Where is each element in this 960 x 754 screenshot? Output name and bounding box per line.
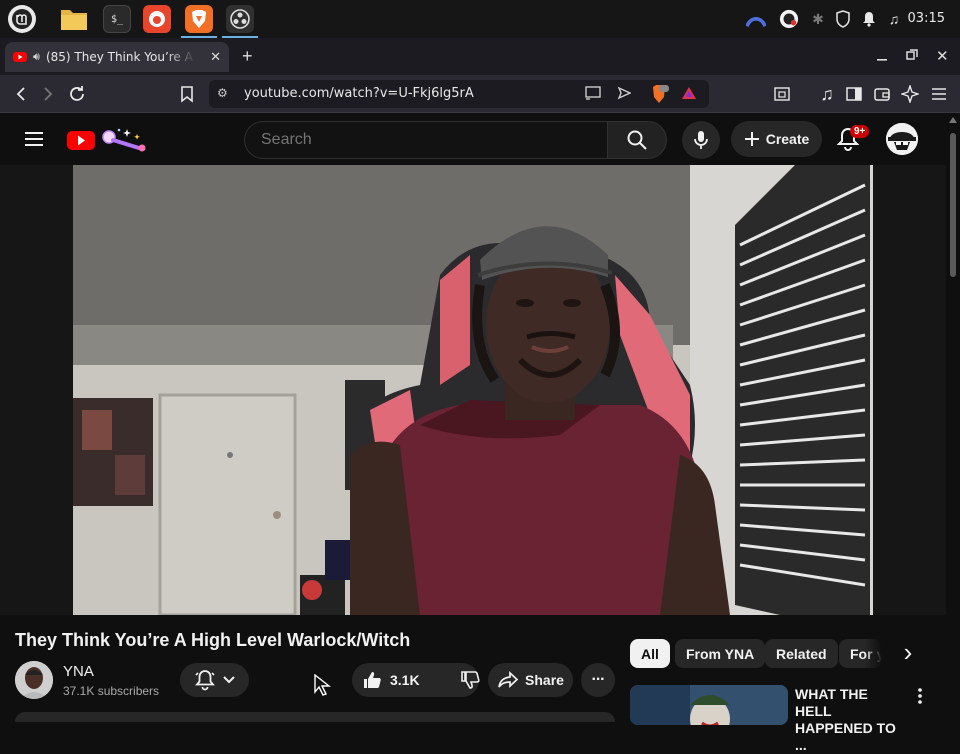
notification-bell-tray-icon[interactable] — [859, 9, 879, 29]
subscriber-count: 37.1K subscribers — [63, 684, 160, 698]
youtube-logo[interactable] — [67, 126, 151, 157]
more-horizontal-icon: ··· — [591, 671, 606, 688]
obs-tray-icon[interactable] — [779, 9, 799, 29]
scrollbar-thumb[interactable] — [950, 133, 956, 277]
chip-all[interactable]: All — [630, 639, 670, 668]
tab-close-icon[interactable]: ✕ — [210, 49, 221, 65]
browser-tab-active[interactable]: 🔊︎ (85) They Think You’re A High Level W… — [5, 42, 229, 72]
description-box-edge — [15, 712, 615, 722]
search-box[interactable] — [244, 121, 608, 159]
shield-icon[interactable] — [833, 9, 853, 29]
like-count: 3.1K — [390, 672, 420, 688]
files-icon[interactable] — [60, 5, 88, 33]
plus-icon — [744, 132, 759, 146]
terminal-glyph: $_ — [110, 13, 124, 25]
minimize-icon[interactable] — [877, 48, 887, 64]
bookmark-icon[interactable] — [176, 83, 198, 105]
more-actions-button[interactable]: ··· — [581, 663, 615, 697]
channel-name[interactable]: YNA — [63, 663, 94, 680]
search-button[interactable] — [607, 121, 667, 159]
terminal-icon[interactable]: $_ — [103, 5, 131, 33]
chips-next-button[interactable]: › — [896, 639, 920, 667]
maximize-icon[interactable] — [906, 48, 918, 64]
video-player[interactable] — [0, 165, 946, 615]
brave-icon[interactable] — [181, 5, 217, 38]
create-button[interactable]: Create — [731, 121, 822, 157]
subscribed-notifications-button[interactable] — [180, 663, 249, 697]
new-tab-button[interactable]: + — [242, 46, 253, 67]
recommended-video-title[interactable]: WHAT THE HELL HAPPENED TO ... — [795, 686, 905, 754]
brave-rewards-icon[interactable] — [681, 86, 697, 105]
recommended-video-thumbnail[interactable] — [630, 685, 788, 725]
chip-related[interactable]: Related — [765, 639, 838, 668]
hamburger-menu-icon[interactable] — [928, 83, 950, 105]
voice-search-button[interactable] — [682, 121, 720, 159]
like-dislike-group: 3.1K — [352, 663, 480, 697]
address-bar[interactable]: ⚙︎ youtube.com/watch?v=U-Fkj6lg5rA — [209, 80, 709, 108]
search-input[interactable] — [261, 131, 591, 149]
youtube-header: Create 9+ — [0, 113, 946, 165]
obs-icon[interactable] — [222, 5, 258, 38]
browser-tab-strip: 🔊︎ (85) They Think You’re A High Level W… — [0, 38, 960, 75]
network-wave-icon[interactable] — [746, 9, 766, 29]
wallet-icon[interactable] — [871, 83, 893, 105]
guide-menu-icon[interactable] — [24, 131, 44, 152]
video-title: They Think You’re A High Level Warlock/W… — [15, 630, 411, 650]
microphone-icon — [694, 131, 708, 149]
cast-icon[interactable] — [585, 86, 601, 105]
page-scrollbar[interactable] — [946, 113, 960, 720]
channel-avatar[interactable] — [15, 661, 53, 699]
reader-mode-icon[interactable] — [771, 83, 793, 105]
back-icon[interactable] — [10, 83, 32, 105]
video-frame — [0, 165, 946, 615]
brave-shields-icon[interactable] — [649, 84, 669, 109]
bell-icon — [194, 670, 215, 691]
share-label: Share — [525, 672, 564, 688]
site-settings-icon[interactable]: ⚙︎ — [217, 86, 228, 100]
thumbs-down-icon — [460, 671, 480, 689]
create-label: Create — [765, 131, 810, 147]
search-icon — [627, 130, 647, 150]
notifications-badge[interactable]: 9+ — [850, 125, 870, 138]
scroll-up-arrow-icon[interactable] — [949, 117, 957, 123]
speaker-icon[interactable]: 🔊︎ — [33, 51, 40, 64]
tab-title: (85) They Think You’re A High Level Warl… — [45, 50, 196, 64]
media-music-icon[interactable]: ♫ — [816, 83, 838, 105]
recommended-more-icon[interactable] — [918, 688, 928, 706]
close-window-icon[interactable]: ✕ — [936, 47, 949, 65]
leo-ai-icon[interactable] — [899, 83, 921, 105]
music-note-icon[interactable]: ♫ — [884, 9, 904, 29]
share-button[interactable]: Share — [488, 663, 573, 697]
share-arrow-icon — [498, 671, 519, 688]
forward-icon[interactable] — [37, 83, 59, 105]
dislike-button[interactable] — [460, 670, 480, 690]
linux-mint-menu-icon[interactable] — [8, 5, 36, 33]
os-taskbar: $_ ✱ ♫ 03:15 — [0, 0, 960, 38]
bluetooth-icon[interactable]: ✱ — [808, 9, 828, 29]
youtube-favicon-icon — [13, 52, 27, 62]
mouse-cursor-icon — [314, 673, 332, 701]
sidebar-icon[interactable] — [843, 83, 865, 105]
like-button[interactable]: 3.1K — [362, 670, 420, 690]
firefox-icon[interactable] — [143, 5, 171, 33]
chevron-down-icon — [222, 676, 235, 684]
send-icon[interactable] — [617, 86, 632, 105]
reload-icon[interactable] — [66, 83, 88, 105]
url-text[interactable]: youtube.com/watch?v=U-Fkj6lg5rA — [244, 86, 474, 101]
chip-from-yna[interactable]: From YNA — [675, 639, 766, 668]
account-avatar[interactable] — [886, 123, 918, 155]
thumbs-up-icon — [364, 672, 381, 688]
chip-for-you[interactable]: For you — [839, 639, 882, 668]
clock[interactable]: 03:15 — [908, 11, 945, 26]
browser-navbar: ⚙︎ youtube.com/watch?v=U-Fkj6lg5rA ♫ — [0, 75, 960, 113]
